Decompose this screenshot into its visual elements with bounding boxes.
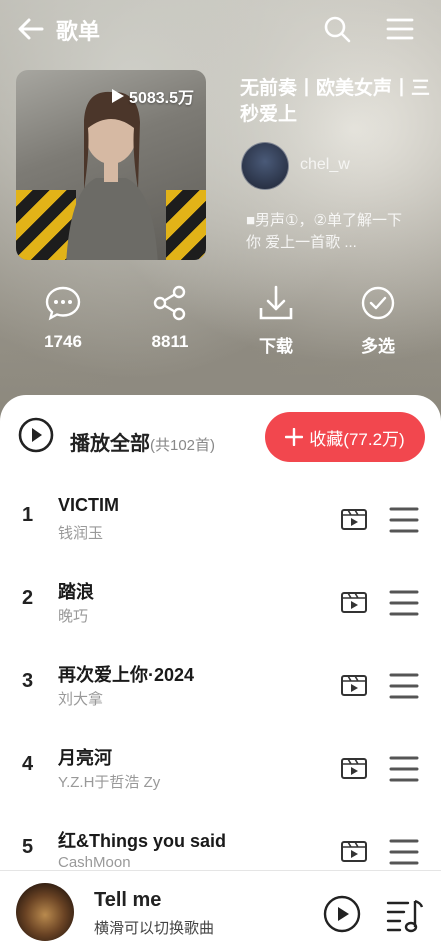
- cover-stripes: [166, 190, 206, 260]
- song-artist: 刘大拿: [58, 691, 104, 708]
- share-count: 8811: [151, 332, 189, 351]
- play-all-row[interactable]: 播放全部(共102首) 收藏(77.2万): [0, 407, 441, 467]
- mv-video-icon[interactable]: [340, 673, 368, 697]
- menu-button[interactable]: [385, 14, 415, 44]
- share-icon: [153, 285, 186, 321]
- multi-select-icon: [361, 286, 395, 320]
- song-menu-icon[interactable]: [388, 671, 420, 701]
- playlist-cover[interactable]: 5083.5万: [16, 70, 206, 260]
- song-artist: 晚巧: [58, 608, 89, 625]
- mini-player-subtitle: 横滑可以切换歌曲: [94, 920, 215, 937]
- play-circle-icon[interactable]: [18, 417, 54, 453]
- song-menu-icon[interactable]: [388, 837, 420, 867]
- play-all-label[interactable]: 播放全部(共102首): [70, 427, 215, 456]
- mini-player-title: Tell me: [94, 889, 162, 911]
- share-button[interactable]: 8811: [130, 284, 210, 352]
- song-artist: Y.Z.H于哲浩 Zy: [58, 774, 161, 791]
- top-bar: 歌单: [0, 0, 441, 58]
- song-row[interactable]: 5 红&Things you said CashMoon: [0, 811, 441, 870]
- song-title: VICTIM: [58, 495, 119, 515]
- mini-player-cover[interactable]: [16, 883, 74, 941]
- song-row[interactable]: 1 VICTIM 钱润玉: [0, 479, 441, 562]
- comment-icon: [45, 286, 81, 321]
- song-index: 3: [22, 670, 34, 692]
- arrow-left-icon: [18, 18, 44, 40]
- comment-button[interactable]: 1746: [23, 284, 103, 352]
- plus-icon: [285, 428, 304, 446]
- mv-video-icon[interactable]: [340, 756, 368, 780]
- mv-video-icon[interactable]: [340, 590, 368, 614]
- playlist-queue-icon[interactable]: [385, 895, 425, 935]
- playlist-description[interactable]: ■男声①，②单了解一下 你 爱上一首歌 ...: [246, 210, 406, 254]
- mini-player[interactable]: Tell me 横滑可以切换歌曲: [0, 870, 441, 946]
- download-label: 下载: [259, 337, 293, 356]
- play-circle-icon[interactable]: [323, 895, 361, 933]
- comment-count: 1746: [44, 332, 82, 351]
- song-menu-icon[interactable]: [388, 505, 420, 535]
- creator-avatar[interactable]: [241, 142, 289, 190]
- song-row[interactable]: 2 踏浪 晚巧: [0, 562, 441, 645]
- page-title: 歌单: [56, 19, 101, 44]
- song-menu-icon[interactable]: [388, 588, 420, 618]
- multi-select-label: 多选: [361, 337, 395, 356]
- action-bar: 1746 8811 下载 多选: [0, 284, 441, 364]
- song-index: 5: [22, 836, 34, 858]
- song-artist: CashMoon: [58, 854, 131, 870]
- playlist-name: 无前奏丨欧美女声丨三秒爱上: [240, 78, 431, 125]
- play-icon: [112, 89, 125, 103]
- collect-button[interactable]: 收藏(77.2万): [265, 412, 425, 462]
- song-list: 1 VICTIM 钱润玉 2 踏浪 晚巧 3 再次爱上你·2024 刘大拿 4 …: [0, 479, 441, 870]
- mv-video-icon[interactable]: [340, 507, 368, 531]
- song-index: 2: [22, 587, 34, 609]
- creator-name[interactable]: chel_w: [300, 156, 350, 174]
- mv-video-icon[interactable]: [340, 839, 368, 863]
- download-icon: [259, 285, 293, 320]
- song-count: (共102首): [150, 437, 216, 454]
- song-index: 4: [22, 753, 34, 775]
- hamburger-icon: [386, 18, 414, 40]
- multi-select-button[interactable]: 多选: [338, 284, 418, 357]
- back-button[interactable]: [16, 14, 46, 44]
- search-button[interactable]: [322, 14, 352, 44]
- play-count: 5083.5万: [111, 84, 194, 108]
- song-menu-icon[interactable]: [388, 754, 420, 784]
- song-row[interactable]: 4 月亮河 Y.Z.H于哲浩 Zy: [0, 728, 441, 811]
- song-title: 月亮河: [58, 748, 112, 768]
- song-title: 踏浪: [58, 582, 94, 602]
- download-button[interactable]: 下载: [236, 284, 316, 357]
- song-list-panel: 播放全部(共102首) 收藏(77.2万) 1 VICTIM 钱润玉 2 踏浪 …: [0, 395, 441, 870]
- song-title: 红&Things you said: [58, 831, 227, 851]
- song-title: 再次爱上你·2024: [58, 665, 195, 685]
- song-row[interactable]: 3 再次爱上你·2024 刘大拿: [0, 645, 441, 728]
- song-index: 1: [22, 504, 34, 526]
- search-icon: [324, 16, 351, 43]
- song-artist: 钱润玉: [58, 525, 104, 542]
